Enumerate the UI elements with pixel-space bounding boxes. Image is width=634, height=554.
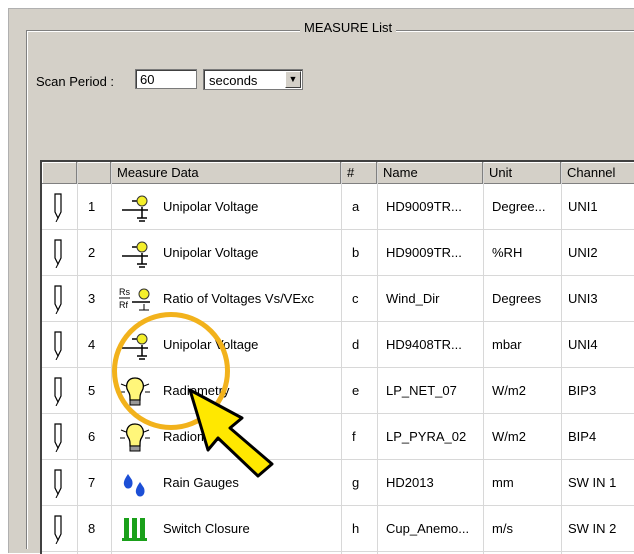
svg-text:Rs: Rs — [119, 287, 130, 297]
measure-unit: Degree... — [492, 199, 546, 214]
measure-unit: %RH — [492, 245, 523, 260]
col-header-index[interactable] — [77, 162, 111, 184]
edit-pen-icon[interactable] — [52, 330, 64, 361]
switch-closure-icon — [118, 512, 152, 546]
measure-unit: W/m2 — [492, 429, 526, 444]
channel: UNI2 — [568, 245, 598, 260]
scan-period-input[interactable] — [135, 69, 197, 89]
channel: UNI3 — [568, 291, 598, 306]
ratio-voltages-icon: Rs Rf — [118, 282, 152, 316]
table-row[interactable]: 6 Radiometry f LP_PYRA_02 W/m2 BIP4 — [42, 414, 634, 460]
row-index: 7 — [88, 475, 96, 490]
channel-letter: h — [352, 521, 360, 536]
edit-pen-icon[interactable] — [52, 238, 64, 269]
table-row[interactable]: 1 Unipolar Voltage a HD9009TR... Degree... UN… — [42, 184, 634, 230]
unipolar-voltage-icon — [118, 190, 152, 224]
col-header-channel[interactable]: Channel — [561, 162, 634, 184]
edit-pen-icon[interactable] — [52, 422, 64, 453]
row-index: 8 — [88, 521, 96, 536]
chevron-down-icon[interactable]: ▼ — [285, 71, 301, 88]
row-index: 6 — [88, 429, 96, 444]
measure-unit: mbar — [492, 337, 522, 352]
row-index: 3 — [88, 291, 96, 306]
channel: BIP3 — [568, 383, 597, 398]
measure-name: LP_PYRA_02 — [386, 429, 467, 444]
edit-pen-icon[interactable] — [52, 468, 64, 499]
svg-text:Rf: Rf — [119, 300, 128, 310]
scan-period-label: Scan Period : — [36, 74, 115, 89]
table-row[interactable]: 2 Unipolar Voltage b HD9009TR... %RH UNI2 — [42, 230, 634, 276]
col-header-measure-data[interactable]: Measure Data — [111, 162, 341, 184]
measure-name: HD2013 — [386, 475, 434, 490]
col-header-letter[interactable]: # — [341, 162, 377, 184]
channel: SW IN 2 — [568, 521, 617, 536]
table-row[interactable]: 8 Switch Closure h Cup_Anemo... m/s SW IN 2 — [42, 506, 634, 552]
channel: UNI1 — [568, 199, 598, 214]
measure-unit: m/s — [492, 521, 513, 536]
edit-pen-icon[interactable] — [52, 514, 64, 545]
group-title: MEASURE List — [300, 20, 397, 35]
edit-pen-icon[interactable] — [52, 376, 64, 407]
table-row[interactable]: 3 Ratio of Voltages Vs/VExc c Wind_Dir Degre… — [42, 276, 634, 322]
scan-unit-select[interactable]: seconds ▼ — [203, 69, 303, 90]
measure-type: Unipolar Voltage — [163, 245, 259, 260]
row-index: 2 — [88, 245, 96, 260]
measure-type: Switch Closure — [163, 521, 250, 536]
row-index: 4 — [88, 337, 96, 352]
scan-unit-value: seconds — [209, 73, 258, 88]
channel: BIP4 — [568, 429, 597, 444]
col-header-unit[interactable]: Unit — [483, 162, 561, 184]
col-header-name[interactable]: Name — [377, 162, 483, 184]
measure-unit: Degrees — [492, 291, 542, 306]
measure-name: LP_NET_07 — [386, 383, 457, 398]
edit-pen-icon[interactable] — [52, 192, 64, 223]
table-row[interactable]: 7 Rain Gauges g HD2013 mm SW IN 1 — [42, 460, 634, 506]
pointer-arrow-icon — [188, 388, 274, 478]
channel-letter: b — [352, 245, 360, 260]
rain-drops-icon — [118, 466, 152, 500]
channel-letter: d — [352, 337, 360, 352]
unipolar-voltage-icon — [118, 236, 152, 270]
measure-unit: mm — [492, 475, 514, 490]
measure-name: HD9009TR... — [386, 199, 462, 214]
measure-name: Cup_Anemo... — [386, 521, 470, 536]
measure-unit: W/m2 — [492, 383, 526, 398]
channel-letter: f — [352, 429, 356, 444]
measure-type: Unipolar Voltage — [163, 199, 259, 214]
row-index: 5 — [88, 383, 96, 398]
channel-letter: a — [352, 199, 360, 214]
channel: UNI4 — [568, 337, 598, 352]
channel: SW IN 1 — [568, 475, 617, 490]
channel-letter: g — [352, 475, 360, 490]
measure-name: HD9009TR... — [386, 245, 462, 260]
channel-letter: c — [352, 291, 359, 306]
channel-letter: e — [352, 383, 360, 398]
measure-name: HD9408TR... — [386, 337, 462, 352]
col-header-edit[interactable] — [42, 162, 77, 184]
edit-pen-icon[interactable] — [52, 284, 64, 315]
row-index: 1 — [88, 199, 96, 214]
measure-name: Wind_Dir — [386, 291, 440, 306]
